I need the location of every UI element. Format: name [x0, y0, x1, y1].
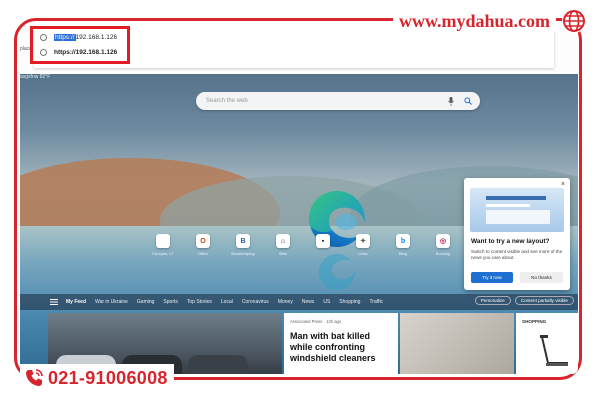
popup-title: Want to try a new layout? [471, 238, 550, 245]
feed-tab[interactable]: Traffic [369, 299, 383, 305]
highlight-box [30, 26, 130, 64]
no-thanks-button[interactable]: No thanks [520, 272, 563, 283]
quick-link[interactable]: ✦ Links [346, 234, 380, 256]
news-headline[interactable]: Man with bat killed while confronting wi… [290, 331, 394, 363]
tab-line-text: asgsfnw [20, 74, 39, 80]
watermark-phone: 021-91006008 [20, 364, 174, 392]
feed-nav: My Feed War in Ukraine Gaming Sports Top… [20, 294, 578, 310]
feed-tab[interactable]: Shopping [339, 299, 360, 305]
personalize-button[interactable]: Personalize [474, 296, 511, 305]
quick-link[interactable]: B Bookkeeping [226, 234, 260, 256]
content-visibility-button[interactable]: Content partially visible [514, 296, 574, 305]
weather-text: 82°F [39, 74, 51, 80]
home-icon: ⌂ [276, 234, 290, 248]
quick-link[interactable]: ⌂ Wes [266, 234, 300, 256]
quick-link-icon: ◎ [436, 234, 450, 248]
news-card[interactable] [400, 313, 514, 374]
watermark-site: www.mydahua.com [392, 11, 556, 32]
quick-link[interactable]: b Bing [386, 234, 420, 256]
feed-tab[interactable]: Money [278, 299, 293, 305]
quick-link-icon [156, 234, 170, 248]
feed-tab[interactable]: Coronavirus [242, 299, 269, 305]
bing-icon: b [396, 234, 410, 248]
quick-link-icon: ▪ [316, 234, 330, 248]
quick-link[interactable]: ▪ [306, 234, 340, 251]
phone-number: 021-91006008 [48, 367, 168, 388]
browser-screenshot: place asgsfnw 82°F https:// 192.168.1.12… [20, 26, 578, 374]
quick-link-icon: B [236, 234, 250, 248]
popup-illustration [470, 188, 564, 232]
new-layout-popup: × Want to try a new layout? Switch to co… [464, 178, 570, 290]
treadmill-icon [540, 335, 568, 366]
car-image [188, 355, 248, 374]
quick-link[interactable]: Conquer, LT [146, 234, 180, 256]
feed-tab[interactable]: Sports [163, 299, 177, 305]
feed-tab[interactable]: My Feed [66, 299, 86, 305]
feed-tab[interactable]: Local [221, 299, 233, 305]
office-icon: O [196, 234, 210, 248]
feed-right-controls: Personalize Content partially visible [471, 296, 574, 305]
close-icon[interactable]: × [561, 181, 565, 188]
quick-link-icon: ✦ [356, 234, 370, 248]
search-icon[interactable] [464, 97, 472, 105]
quick-link[interactable]: ◎ Booking [426, 234, 460, 256]
feed-tab[interactable]: War in Ukraine [95, 299, 128, 305]
search-input[interactable]: Search the web [206, 98, 448, 104]
quick-link[interactable]: O Office [186, 234, 220, 256]
popup-description: Switch to content visible and see more o… [471, 249, 563, 261]
phone-icon [26, 369, 43, 386]
shopping-label: SHOPPING [522, 319, 547, 324]
toolbar-row: asgsfnw 82°F [20, 74, 50, 80]
news-source: Associated Press · 13h ago [290, 319, 342, 324]
feed-tab[interactable]: US [323, 299, 330, 305]
microphone-icon[interactable] [448, 96, 454, 106]
shopping-card[interactable]: SHOPPING [516, 313, 578, 374]
feed-tab[interactable]: Top Stories [187, 299, 212, 305]
menu-icon[interactable] [50, 299, 58, 305]
search-bar[interactable]: Search the web [196, 92, 480, 110]
quick-links: Conquer, LT O Office B Bookkeeping ⌂ Wes… [146, 234, 450, 274]
news-card[interactable]: Associated Press · 13h ago Man with bat … [284, 313, 398, 374]
feed-tab[interactable]: Gaming [137, 299, 155, 305]
page: place asgsfnw 82°F https:// 192.168.1.12… [0, 0, 600, 400]
try-it-now-button[interactable]: Try it now [471, 272, 513, 283]
feed-tab[interactable]: News [302, 299, 315, 305]
globe-icon [562, 9, 586, 33]
